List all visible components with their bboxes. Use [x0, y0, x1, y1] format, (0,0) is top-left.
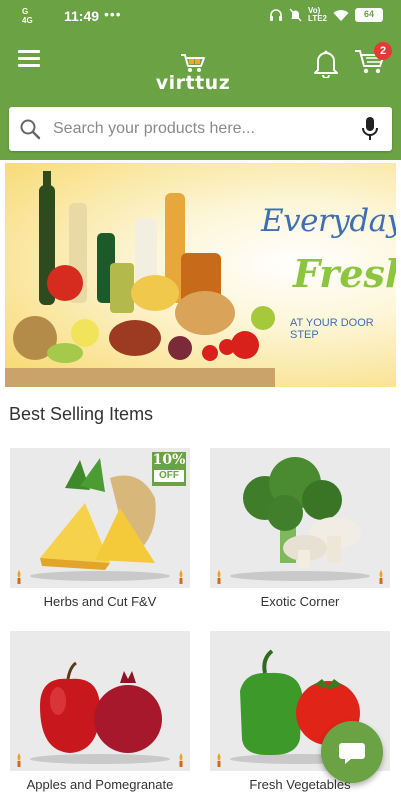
chat-button[interactable]	[321, 721, 383, 783]
volte-indicator: Vo) LTE2	[308, 6, 327, 23]
groceries-illustration	[5, 171, 275, 387]
status-time: 11:49	[64, 8, 100, 24]
diya-icon	[217, 570, 221, 584]
search-placeholder: Search your products here...	[53, 120, 255, 137]
broccoli-mushroom-image	[230, 457, 370, 581]
diya-icon	[17, 753, 21, 767]
product-label: Apples and Pomegranate	[26, 777, 174, 792]
battery-indicator: 64	[355, 8, 383, 22]
banner-headline-2: Fresh,	[293, 251, 396, 296]
bell-icon	[314, 50, 338, 79]
product-card-exotic[interactable]: Exotic Corner	[210, 448, 390, 618]
network-indicator: G 4G	[22, 7, 33, 25]
product-card-apples[interactable]: Apples and Pomegranate	[10, 631, 190, 800]
promo-banner[interactable]: Everyday Fresh, AT YOUR DOOR STEP	[5, 163, 396, 387]
product-label: Exotic Corner	[260, 594, 340, 609]
status-bar: G 4G 11:49 ••• Vo) LTE2 64	[0, 0, 401, 30]
chat-bubble-icon	[339, 743, 365, 764]
wifi-icon	[333, 9, 349, 21]
notifications-button[interactable]	[312, 48, 342, 80]
logo-cart-icon	[181, 54, 205, 72]
apple-pomegranate-image	[30, 661, 170, 764]
diya-icon	[17, 570, 21, 584]
section-title: Best Selling Items	[9, 404, 154, 424]
cart-count-badge: 2	[374, 42, 392, 60]
diya-icon	[379, 570, 383, 584]
product-image: 10% OFF	[10, 448, 190, 588]
product-label: Herbs and Cut F&V	[43, 594, 157, 609]
product-image	[210, 448, 390, 588]
diya-icon	[179, 570, 183, 584]
app-bar: virttuz 2	[0, 30, 401, 100]
product-card-herbs[interactable]: 10% OFF Herbs and Cut F&V	[10, 448, 190, 618]
search-icon	[20, 119, 41, 140]
brand-logo: virttuz	[150, 50, 240, 94]
banner-tagline: AT YOUR DOOR STEP	[290, 317, 374, 341]
cart-button[interactable]: 2	[354, 42, 392, 80]
notification-dots: •••	[104, 6, 122, 22]
search-input[interactable]: Search your products here...	[9, 107, 392, 151]
headphones-icon	[270, 9, 283, 21]
diya-icon	[217, 753, 221, 767]
product-image	[10, 631, 190, 771]
diya-icon	[179, 753, 183, 767]
menu-icon	[18, 50, 40, 53]
menu-button[interactable]	[18, 50, 44, 74]
top-bar: G 4G 11:49 ••• Vo) LTE2 64 virttuz 2 Sea…	[0, 0, 401, 160]
logo-text: virttuz	[155, 72, 231, 94]
status-right: Vo) LTE2 64	[269, 7, 383, 23]
offer-badge: 10% OFF	[152, 452, 186, 486]
mute-bell-icon	[289, 8, 302, 22]
banner-headline-1: Everyday	[261, 203, 396, 239]
mic-icon[interactable]	[360, 116, 380, 142]
